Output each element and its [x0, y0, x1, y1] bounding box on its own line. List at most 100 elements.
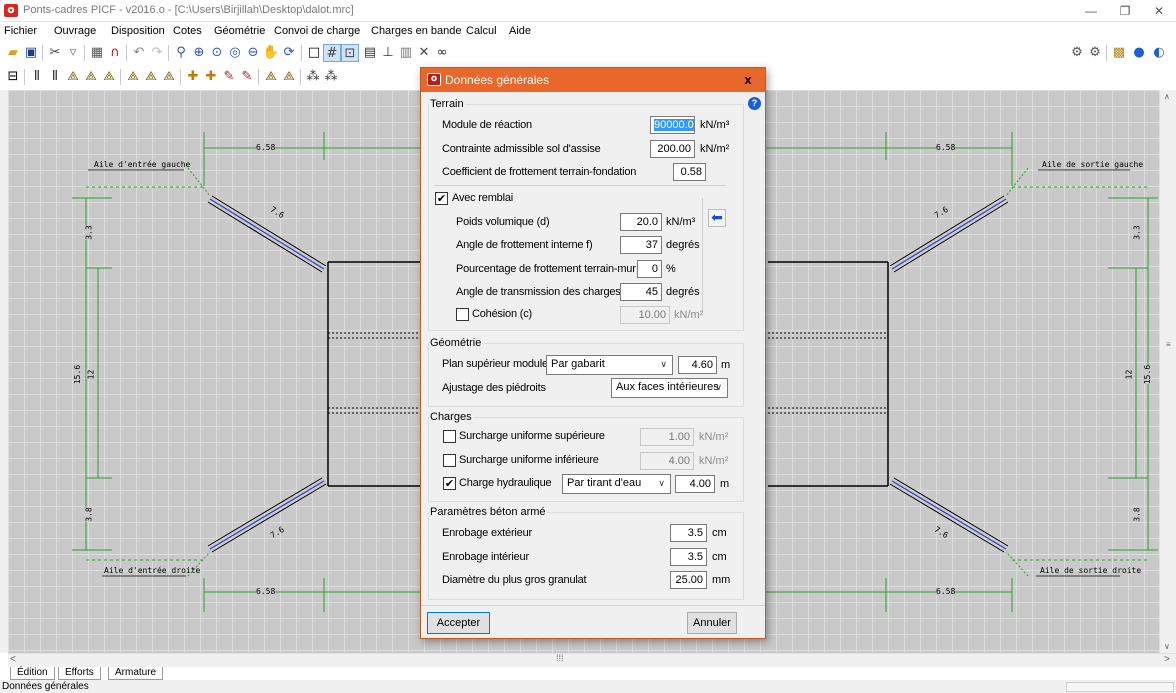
internet-icon[interactable]: ◐	[1150, 44, 1168, 62]
scroll-left-icon[interactable]: <	[10, 654, 16, 665]
surcharge-sup-checkbox[interactable]	[443, 430, 456, 443]
wing-in-left-rebar	[209, 198, 325, 270]
tab-efforts[interactable]: Efforts	[58, 667, 101, 680]
horizontal-scrollbar[interactable]: < ⁞⁞⁞ >	[8, 653, 1176, 667]
charge-hydraulique-input[interactable]: 4.00	[675, 475, 715, 493]
zoom-prev-icon[interactable]: ⊖	[244, 44, 262, 62]
cohesion-input[interactable]: 10.00	[620, 306, 670, 324]
plan-superieur-input[interactable]: 4.60	[678, 356, 717, 374]
save-icon[interactable]: ▣	[22, 44, 40, 62]
enrobage-ext-input[interactable]: 3.5	[670, 524, 707, 542]
charge-hydraulique-checkbox[interactable]: ✔	[443, 477, 456, 490]
frame-section-icon[interactable]: ⊟	[4, 68, 22, 86]
tools-icon[interactable]: ✕	[415, 44, 433, 62]
remblai-checkbox[interactable]: ✔	[435, 192, 448, 205]
menu-geometrie[interactable]: Géométrie	[214, 25, 265, 37]
zoom-all-icon[interactable]: ⊕	[190, 44, 208, 62]
dialog-close-button[interactable]: x	[731, 68, 765, 92]
options-icon[interactable]: ⚙	[1086, 44, 1104, 62]
settings-icon[interactable]: ⚙	[1068, 44, 1086, 62]
scroll-right-icon[interactable]: >	[1164, 654, 1170, 665]
paste-icon[interactable]: ▿	[64, 44, 82, 62]
remblai-label: Avec remblai	[452, 192, 513, 204]
zoom-in-icon[interactable]: ⚲	[172, 44, 190, 62]
load-icon[interactable]: ✚	[202, 68, 220, 86]
dialog-title-bar[interactable]: ✪ Données générales x	[421, 68, 765, 92]
image-icon[interactable]: ▦	[88, 44, 106, 62]
wing-icon[interactable]: ⟁	[262, 68, 280, 86]
enrobage-int-input[interactable]: 3.5	[670, 548, 707, 566]
wing-icon[interactable]: ⟁	[64, 68, 82, 86]
surcharge-inf-checkbox[interactable]	[443, 454, 456, 467]
scroll-down-icon[interactable]: ∨	[1164, 642, 1170, 651]
apply-arrow-button[interactable]: ⬅	[708, 209, 726, 227]
elevation-icon[interactable]: ⊥	[379, 44, 397, 62]
menu-fichier[interactable]: Fichier	[4, 25, 37, 37]
wing-icon[interactable]: ⟁	[160, 68, 178, 86]
title-bar: ✪ Ponts-cadres PICF - v2016.o - [C:\User…	[0, 0, 1176, 22]
load-icon[interactable]: ✎	[220, 68, 238, 86]
plan-superieur-select[interactable]: Par gabarit ∨	[546, 355, 673, 375]
calculate-icon[interactable]: ▩	[1110, 44, 1128, 62]
open-icon[interactable]: ▰	[4, 44, 22, 62]
ajustage-select[interactable]: Aux faces intérieures ∨	[611, 378, 728, 398]
tab-edition[interactable]: Édition	[10, 667, 55, 680]
menu-convoi-de-charge[interactable]: Convoi de charge	[274, 25, 360, 37]
redo-icon[interactable]: ↷	[148, 44, 166, 62]
load-icon[interactable]: ✎	[238, 68, 256, 86]
wing-icon[interactable]: ⟁	[142, 68, 160, 86]
cancel-button[interactable]: Annuler	[687, 612, 737, 634]
menu-aide[interactable]: Aide	[509, 25, 531, 37]
tab-armature[interactable]: Armature	[108, 667, 164, 680]
wing-icon[interactable]: ⟁	[124, 68, 142, 86]
mesh-icon[interactable]: ⁂	[322, 68, 340, 86]
dialog-help-icon[interactable]: ?	[748, 97, 761, 110]
surcharge-sup-input[interactable]: 1.00	[640, 428, 694, 446]
poids-input[interactable]: 20.0	[620, 213, 662, 231]
zoom-window-icon[interactable]: ⊙	[208, 44, 226, 62]
scroll-thumb-icon[interactable]: ⁞⁞⁞	[556, 653, 564, 663]
undo-icon[interactable]: ↶	[130, 44, 148, 62]
magnet-icon[interactable]: ∩	[106, 44, 124, 62]
snap-icon[interactable]: ⊡	[341, 44, 359, 62]
pourcentage-input[interactable]: 0	[637, 260, 662, 278]
wing-icon[interactable]: ⟁	[280, 68, 298, 86]
frame-icon[interactable]: □	[305, 44, 323, 62]
grid-icon[interactable]: #	[323, 44, 341, 62]
cohesion-checkbox[interactable]	[456, 308, 469, 321]
menu-cotes[interactable]: Cotes	[173, 25, 202, 37]
surcharge-inf-input[interactable]: 4.00	[640, 452, 694, 470]
help-icon[interactable]: ●	[1130, 44, 1148, 62]
vertical-scrollbar[interactable]: ∧ ≡ ∨	[1159, 90, 1176, 653]
wing-icon[interactable]: ⟁	[100, 68, 118, 86]
pan-icon[interactable]: ✋	[262, 44, 280, 62]
menu-calcul[interactable]: Calcul	[466, 25, 497, 37]
granulat-input[interactable]: 25.00	[670, 571, 707, 589]
menu-charges-en-bande[interactable]: Charges en bande	[371, 25, 462, 37]
wall-right-icon[interactable]: Ⅱ	[46, 68, 64, 86]
zoom-extents-icon[interactable]: ◎	[226, 44, 244, 62]
print-icon[interactable]: ▤	[361, 44, 379, 62]
load-icon[interactable]: ✚	[184, 68, 202, 86]
redraw-icon[interactable]: ⟳	[280, 44, 298, 62]
scroll-up-icon[interactable]: ∧	[1164, 92, 1170, 101]
wall-left-icon[interactable]: Ⅱ	[28, 68, 46, 86]
toolbar-separator	[24, 69, 25, 85]
accept-button[interactable]: Accepter	[427, 612, 490, 634]
preview-icon[interactable]: ▥	[397, 44, 415, 62]
angle-frottement-input[interactable]: 37	[620, 236, 662, 254]
transmission-input[interactable]: 45	[620, 283, 662, 301]
minimize-button[interactable]: —	[1074, 0, 1108, 22]
binoculars-icon[interactable]: ∞	[433, 44, 451, 62]
frottement-input[interactable]: 0.58	[673, 163, 706, 181]
module-input[interactable]: 90000.0	[650, 116, 695, 134]
maximize-button[interactable]: ❐	[1108, 0, 1142, 22]
contrainte-input[interactable]: 200.00	[650, 140, 695, 158]
close-window-button[interactable]: ✕	[1142, 0, 1176, 22]
cut-icon[interactable]: ✂	[46, 44, 64, 62]
menu-ouvrage[interactable]: Ouvrage	[54, 25, 96, 37]
menu-disposition[interactable]: Disposition	[111, 25, 165, 37]
wing-icon[interactable]: ⟁	[82, 68, 100, 86]
charge-hydraulique-select[interactable]: Par tirant d'eau ∨	[562, 474, 671, 494]
mesh-icon[interactable]: ⁂	[304, 68, 322, 86]
